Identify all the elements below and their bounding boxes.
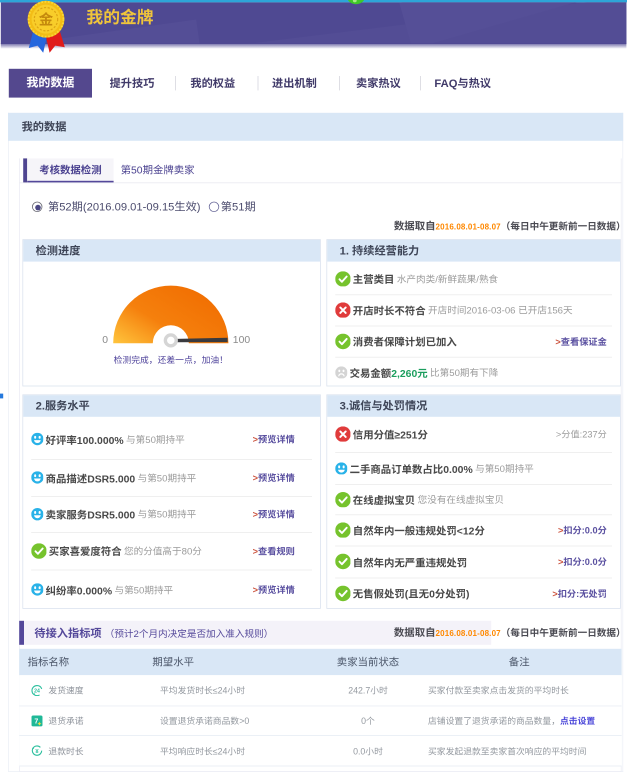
svg-text:7: 7 <box>34 717 38 725</box>
svg-text:金: 金 <box>39 8 54 29</box>
svg-text:0: 0 <box>102 335 108 346</box>
svg-text:¥: ¥ <box>35 749 39 755</box>
svg-text:检测完成，还差一点，加油！: 检测完成，还差一点，加油！ <box>113 353 227 366</box>
svg-text:24: 24 <box>34 688 40 694</box>
svg-text:100: 100 <box>232 335 250 346</box>
